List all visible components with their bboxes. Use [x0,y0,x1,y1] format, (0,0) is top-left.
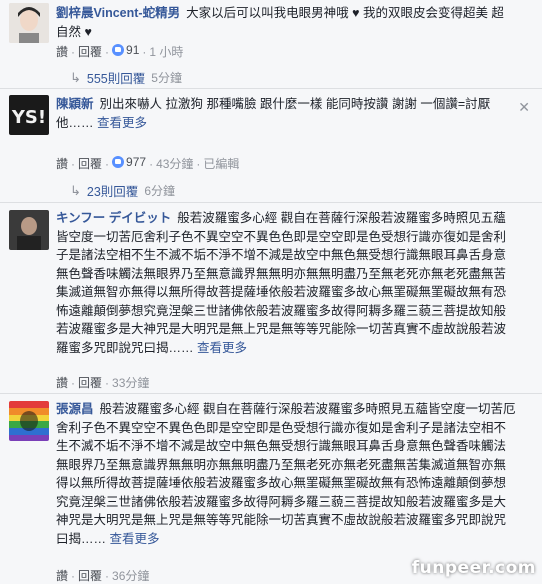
thumbs-up-icon [112,44,125,56]
like-count[interactable]: 91 [112,43,139,57]
reply-button[interactable]: 回覆 [78,45,102,59]
comment-feed: 劉梓晨Vincent-蛇精男 大家以后可以叫我电眼男神哦 ♥ 我的双眼皮会变得超美… [0,0,542,584]
avatar[interactable]: YS! [9,95,49,135]
comment-text: キンフー デイビット 般若波羅蜜多心經 觀自在菩薩行深般若波羅蜜多時照见五蘊皆空度… [56,209,518,357]
reply-arrow-icon: ↳ [70,182,81,198]
avatar[interactable] [9,210,49,250]
comment-actions: 讚 · 回覆 · 91 · 1 小時 [56,43,184,59]
like-button[interactable]: 讚 [56,157,68,171]
like-button[interactable]: 讚 [56,45,68,59]
like-button[interactable]: 讚 [56,569,68,583]
comment-time[interactable]: 1 小時 [149,45,183,59]
reply-arrow-icon: ↳ [70,69,81,85]
see-more-link[interactable]: 查看更多 [97,116,147,130]
reply-button[interactable]: 回覆 [78,376,102,390]
comment-author[interactable]: 陳穎新 [56,97,94,111]
comment-actions: 讚 · 回覆 · 977 · 43分鐘 · 已編輯 [56,155,240,171]
comment-author[interactable]: キンフー デイビット [56,211,171,225]
reply-button[interactable]: 回覆 [78,157,102,171]
comment-time[interactable]: 33分鐘 [112,376,149,390]
comment-2: YS! 陳穎新 別出來嚇人 拉激狗 那種嘴臉 跟什麼一樣 能同時按讚 謝謝 一個讚… [0,89,542,202]
edited-label[interactable]: 已編輯 [203,157,239,171]
view-replies-link[interactable]: ↳ 23則回覆 6分鐘 [70,181,175,200]
comment-author[interactable]: 劉梓晨Vincent-蛇精男 [56,6,180,20]
svg-text:YS!: YS! [11,107,46,128]
thumbs-up-icon [112,156,125,168]
comment-actions: 讚 · 回覆 · 33分鐘 [56,376,150,390]
comment-4: 張源昌 般若波羅蜜多心經 觀自在菩薩行深般若波羅蜜多時照見五蘊皆空度一切苦厄舍利子… [0,394,542,584]
avatar[interactable] [9,401,49,441]
close-icon[interactable]: ✕ [518,99,530,116]
comment-text: 張源昌 般若波羅蜜多心經 觀自在菩薩行深般若波羅蜜多時照見五蘊皆空度一切苦厄舍利子… [56,400,518,548]
view-replies-link[interactable]: ↳ 555則回覆 5分鐘 [70,68,182,87]
comment-actions: 讚 · 回覆 · 36分鐘 [56,569,150,583]
comment-message: 般若波羅蜜多心經 觀自在菩薩行深般若波羅蜜多時照見五蘊皆空度一切苦厄舍利子色不異… [56,402,516,546]
comment-1: 劉梓晨Vincent-蛇精男 大家以后可以叫我电眼男神哦 ♥ 我的双眼皮会变得超美… [0,0,542,88]
avatar[interactable] [9,3,49,43]
like-button[interactable]: 讚 [56,376,68,390]
comment-text: 劉梓晨Vincent-蛇精男 大家以后可以叫我电眼男神哦 ♥ 我的双眼皮会变得超美… [56,4,516,41]
comment-author[interactable]: 張源昌 [56,402,94,416]
reply-button[interactable]: 回覆 [78,569,102,583]
see-more-link[interactable]: 查看更多 [197,341,247,355]
comment-time[interactable]: 36分鐘 [112,569,149,583]
comment-text: 陳穎新 別出來嚇人 拉激狗 那種嘴臉 跟什麼一樣 能同時按讚 謝謝 一個讚=討厭他… [56,95,496,132]
comment-time[interactable]: 43分鐘 [156,157,193,171]
watermark: funpeer.com [411,558,536,578]
like-count[interactable]: 977 [112,155,146,169]
comment-message: 般若波羅蜜多心經 觀自在菩薩行深般若波羅蜜多時照见五蘊皆空度一切苦厄舍利子色不異… [56,211,507,355]
see-more-link[interactable]: 查看更多 [110,532,160,546]
comment-3: キンフー デイビット 般若波羅蜜多心經 觀自在菩薩行深般若波羅蜜多時照见五蘊皆空度… [0,203,542,393]
